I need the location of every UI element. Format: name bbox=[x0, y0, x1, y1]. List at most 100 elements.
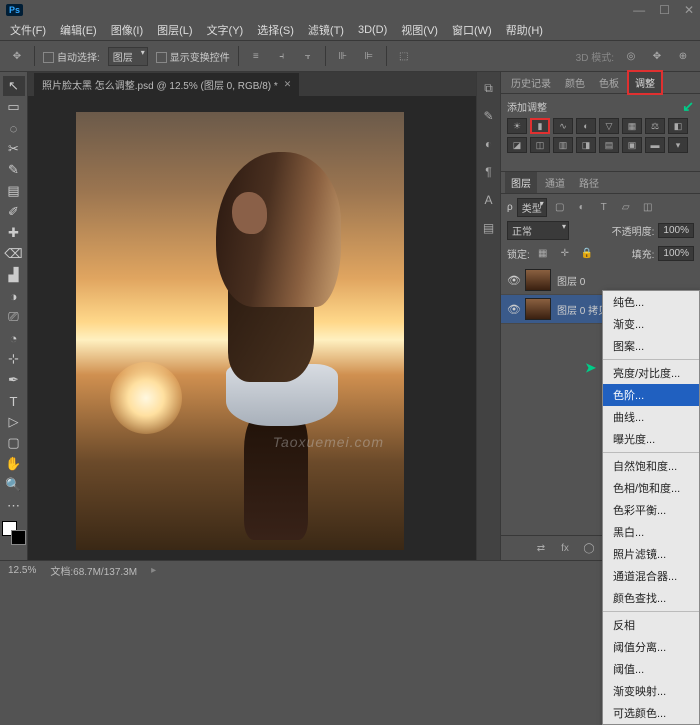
opacity-field[interactable]: 100% bbox=[658, 223, 694, 238]
adj-selcolor-icon[interactable]: ▾ bbox=[668, 137, 688, 153]
maximize-button[interactable]: ☐ bbox=[659, 3, 670, 17]
filter-smart-icon[interactable]: ◫ bbox=[639, 199, 657, 217]
blend-mode-dropdown[interactable]: 正常 bbox=[507, 221, 569, 240]
close-tab-icon[interactable]: ✕ bbox=[284, 79, 292, 90]
adj-levels-icon[interactable]: ▮ bbox=[530, 118, 550, 134]
brush-tool[interactable]: ✐ bbox=[3, 202, 25, 222]
eraser-tool[interactable]: ⌫ bbox=[3, 244, 25, 264]
gradient-tool[interactable]: ▟ bbox=[3, 265, 25, 285]
menu-item[interactable]: 曲线... bbox=[603, 406, 699, 428]
dock-icon-6[interactable]: ▤ bbox=[481, 220, 497, 236]
adj-thresh-icon[interactable]: ▣ bbox=[622, 137, 642, 153]
3d-pan-icon[interactable]: ✥ bbox=[648, 47, 666, 65]
layer-name[interactable]: 图层 0 拷贝 bbox=[557, 302, 608, 317]
menu-item[interactable]: 自然饱和度... bbox=[603, 455, 699, 477]
menu-item[interactable]: 渐变映射... bbox=[603, 680, 699, 702]
crop-tool[interactable]: ✂ bbox=[3, 139, 25, 159]
menu-item[interactable]: 通道混合器... bbox=[603, 565, 699, 587]
zoom-tool[interactable]: 🔍 bbox=[3, 475, 25, 495]
move-tool[interactable]: ↖ bbox=[3, 76, 25, 96]
lock-all-icon[interactable]: 🔒 bbox=[578, 244, 596, 262]
menu-edit[interactable]: 编辑(E) bbox=[56, 20, 101, 40]
layer-filter-dropdown[interactable]: 类型 bbox=[517, 198, 547, 217]
distribute-icon-2[interactable]: ⊫ bbox=[360, 47, 378, 65]
document-tab[interactable]: 照片脸太黑 怎么调整.psd @ 12.5% (图层 0, RGB/8) * ✕ bbox=[34, 73, 299, 96]
adj-lookup-icon[interactable]: ▥ bbox=[553, 137, 573, 153]
adj-vibrance-icon[interactable]: ▽ bbox=[599, 118, 619, 134]
menu-3d[interactable]: 3D(D) bbox=[354, 22, 391, 38]
align-icon-3[interactable]: ⫟ bbox=[299, 47, 317, 65]
lock-pos-icon[interactable]: ✛ bbox=[556, 244, 574, 262]
path-tool[interactable]: ▷ bbox=[3, 412, 25, 432]
tab-history[interactable]: 历史记录 bbox=[505, 72, 557, 93]
menu-item[interactable]: 阈值分离... bbox=[603, 636, 699, 658]
heal-tool[interactable]: ✚ bbox=[3, 223, 25, 243]
3d-zoom-icon[interactable]: ⊕ bbox=[674, 47, 692, 65]
adj-filter-icon[interactable]: ◪ bbox=[507, 137, 527, 153]
tab-color[interactable]: 颜色 bbox=[559, 72, 591, 93]
adj-exposure-icon[interactable]: ◐ bbox=[576, 118, 596, 134]
dock-icon-1[interactable]: ⧉ bbox=[481, 80, 497, 96]
layer-fx-icon[interactable]: fx bbox=[556, 539, 574, 557]
adj-bw-icon[interactable]: ◧ bbox=[668, 118, 688, 134]
menu-item[interactable]: 可选颜色... bbox=[603, 702, 699, 724]
tab-adjustments[interactable]: 调整 bbox=[627, 70, 663, 95]
menu-item[interactable]: 色相/饱和度... bbox=[603, 477, 699, 499]
adj-balance-icon[interactable]: ⚖ bbox=[645, 118, 665, 134]
marquee-tool[interactable]: ▭ bbox=[3, 97, 25, 117]
dock-icon-5[interactable]: A bbox=[481, 192, 497, 208]
visibility-icon[interactable]: 👁 bbox=[507, 274, 519, 287]
clone-tool[interactable]: ⎚ bbox=[3, 307, 25, 327]
menu-layer[interactable]: 图层(L) bbox=[153, 20, 196, 40]
auto-select-checkbox[interactable] bbox=[43, 52, 54, 63]
adj-poster-icon[interactable]: ▤ bbox=[599, 137, 619, 153]
lasso-tool[interactable]: ◌ bbox=[3, 118, 25, 138]
dock-icon-4[interactable]: ¶ bbox=[481, 164, 497, 180]
tab-swatches[interactable]: 色板 bbox=[593, 72, 625, 93]
auto-select-dropdown[interactable]: 图层 bbox=[108, 47, 148, 66]
menu-window[interactable]: 窗口(W) bbox=[448, 20, 496, 40]
zoom-level[interactable]: 12.5% bbox=[8, 565, 36, 576]
tab-channels[interactable]: 通道 bbox=[539, 172, 571, 193]
dodge-tool[interactable]: ◑ bbox=[3, 286, 25, 306]
menu-item[interactable]: 纯色... bbox=[603, 291, 699, 313]
3d-orbit-icon[interactable]: ◎ bbox=[622, 47, 640, 65]
menu-item[interactable]: 颜色查找... bbox=[603, 587, 699, 609]
fill-field[interactable]: 100% bbox=[658, 246, 694, 261]
color-swatches[interactable] bbox=[2, 521, 26, 545]
pencil-tool[interactable]: ✒ bbox=[3, 370, 25, 390]
tab-paths[interactable]: 路径 bbox=[573, 172, 605, 193]
menu-item[interactable]: 曝光度... bbox=[603, 428, 699, 450]
menu-item[interactable]: 色彩平衡... bbox=[603, 499, 699, 521]
layer-thumbnail[interactable] bbox=[525, 298, 551, 320]
close-button[interactable]: ✕ bbox=[684, 3, 694, 17]
menu-item[interactable]: 图案... bbox=[603, 335, 699, 357]
menu-select[interactable]: 选择(S) bbox=[253, 20, 298, 40]
layer-mask-icon[interactable]: ◯ bbox=[580, 539, 598, 557]
menu-type[interactable]: 文字(Y) bbox=[203, 20, 248, 40]
adj-invert-icon[interactable]: ◨ bbox=[576, 137, 596, 153]
menu-item[interactable]: 色阶... bbox=[603, 384, 699, 406]
layer-name[interactable]: 图层 0 bbox=[557, 273, 585, 288]
adj-gradmap-icon[interactable]: ▬ bbox=[645, 137, 665, 153]
distribute-icon[interactable]: ⊪ bbox=[334, 47, 352, 65]
blur-tool[interactable]: ◔ bbox=[3, 328, 25, 348]
adj-curves-icon[interactable]: ∿ bbox=[553, 118, 573, 134]
menu-item[interactable]: 黑白... bbox=[603, 521, 699, 543]
hand-tool[interactable]: ✋ bbox=[3, 454, 25, 474]
eyedropper-tool[interactable]: ✎ bbox=[3, 160, 25, 180]
adj-mixer-icon[interactable]: ◫ bbox=[530, 137, 550, 153]
link-layers-icon[interactable]: ⇄ bbox=[532, 539, 550, 557]
shape-tool[interactable]: ▢ bbox=[3, 433, 25, 453]
type-tool[interactable]: T bbox=[3, 391, 25, 411]
menu-filter[interactable]: 滤镜(T) bbox=[304, 20, 348, 40]
menu-item[interactable]: 渐变... bbox=[603, 313, 699, 335]
adj-brightness-icon[interactable]: ☀ bbox=[507, 118, 527, 134]
pen-tool[interactable]: ⊹ bbox=[3, 349, 25, 369]
align-icon-2[interactable]: ⫞ bbox=[273, 47, 291, 65]
menu-help[interactable]: 帮助(H) bbox=[502, 20, 547, 40]
menu-image[interactable]: 图像(I) bbox=[107, 20, 147, 40]
3d-icon[interactable]: ⬚ bbox=[395, 47, 413, 65]
adj-hue-icon[interactable]: ▦ bbox=[622, 118, 642, 134]
menu-item[interactable]: 反相 bbox=[603, 614, 699, 636]
